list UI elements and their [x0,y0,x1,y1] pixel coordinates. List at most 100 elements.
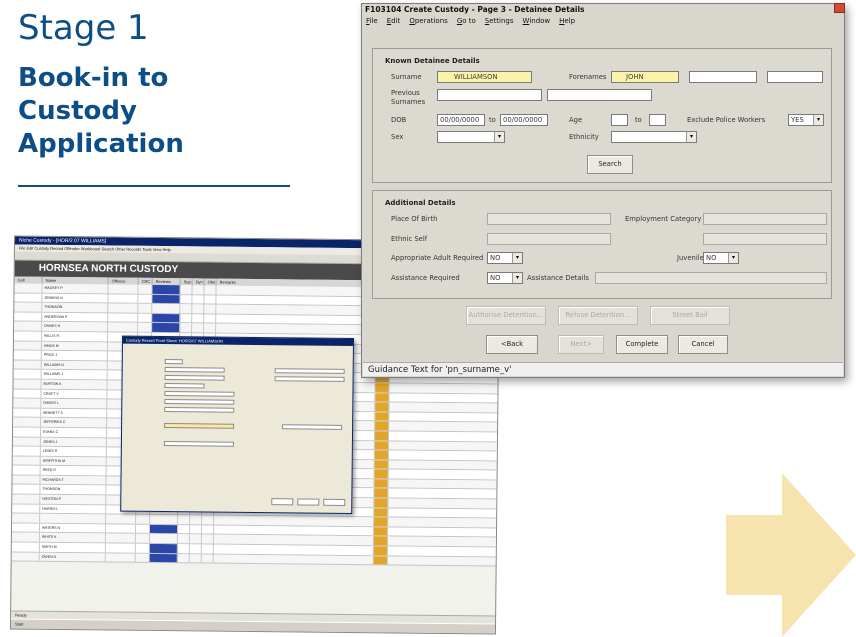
table-cell [216,295,377,306]
juvenile-select[interactable]: NO ▾ [703,252,739,264]
table-cell: DAVIES H [42,322,109,332]
dob-to-label: to [489,116,496,124]
alias-field [274,376,345,382]
dropdown-arrow-icon: ▾ [728,253,738,263]
table-cell [204,314,217,323]
table-cell: MACKEY P [42,283,109,294]
dropdown-arrow-icon: ▾ [512,273,522,283]
table-cell [216,314,377,325]
exclude-police-select[interactable]: YES ▾ [788,114,824,126]
table-cell: WHITE K [39,533,106,543]
stage-subtitle: Book-in to Custody Application [18,63,184,159]
table-cell [375,392,390,402]
appropriate-adult-label: Appropriate Adult Required [391,254,484,262]
search-button[interactable]: Search [587,155,633,174]
ok-button-small [271,498,294,506]
menu-go-to[interactable]: Go to [457,16,476,27]
menu-operations[interactable]: Operations [409,16,448,27]
known-detainee-heading: Known Detainee Details [385,57,480,65]
age-label: Age [569,116,583,124]
forename-input-2[interactable] [689,71,757,83]
cancel-button-small [297,498,320,506]
table-cell: JEFFERIES C [41,418,108,428]
assistance-required-select[interactable]: NO ▾ [487,272,523,284]
previous-surname-input-2[interactable] [547,89,652,101]
menu-help[interactable]: Help [559,16,575,27]
table-cell [13,398,42,408]
table-cell [13,341,42,350]
table-cell [149,553,178,563]
table-cell [138,313,153,323]
sex-field [164,399,235,405]
menu-bar: File Edit Operations Go to Settings Wind… [362,16,844,27]
dropdown-arrow-icon: ▾ [686,132,696,142]
table-cell [13,360,42,370]
next-stage-arrow-icon [726,473,856,637]
table-cell [108,322,139,332]
table-cell [201,534,214,544]
surname-input[interactable]: WILLIAMSON [437,71,532,83]
table-cell [373,555,388,565]
table-cell [138,303,153,313]
table-cell: LEWIS R [40,446,107,457]
table-cell [213,544,374,555]
table-cell: THOMSON [40,485,107,495]
dob-to-input[interactable]: 00/00/0000 [500,114,548,126]
table-cell [106,514,137,524]
previous-surname-input-1[interactable] [437,89,542,101]
table-cell: OWEN G [39,552,106,562]
sex-select[interactable]: ▾ [437,131,505,143]
table-cell [190,515,203,525]
back-button[interactable]: <Back [486,335,538,354]
table-cell [14,293,43,302]
ethnicity-select[interactable]: ▾ [611,131,697,143]
table-cell [13,388,42,398]
menu-window[interactable]: Window [523,16,551,27]
forenames-label: Forenames [569,73,607,81]
menu-settings[interactable]: Settings [485,16,514,27]
assistance-details-input [595,272,827,284]
menu-edit[interactable]: Edit [387,16,401,27]
street-bail-button: Street Bail [650,306,730,325]
table-cell: WILLIAMS G [41,360,108,370]
table-cell [213,554,374,565]
cancel-button[interactable]: Cancel [678,335,728,354]
table-cell [374,450,389,460]
front-sheet-tabs [123,344,353,353]
appropriate-adult-select[interactable]: NO ▾ [487,252,523,264]
dob-label: DOB [391,116,407,124]
table-cell [192,304,205,314]
age-from-input[interactable] [611,114,628,126]
forename-input-3[interactable] [767,71,823,83]
table-cell [105,543,136,553]
stage-heading: Stage 1 [18,8,149,48]
complete-button[interactable]: Complete [616,335,668,354]
table-cell: JENKINS N [42,293,109,303]
table-cell [216,323,377,335]
table-cell [14,321,43,331]
forename-input-1[interactable]: JOHN [611,71,679,83]
table-cell [180,313,193,323]
menu-file[interactable]: File [366,16,378,27]
table-cell [180,304,193,314]
table-cell [213,525,375,536]
age-to-input[interactable] [649,114,666,126]
table-cell [108,284,139,294]
dob-from-input[interactable]: 00/00/0000 [437,114,485,126]
table-cell [180,285,193,294]
close-window-button[interactable] [834,3,845,13]
table-cell [201,525,215,535]
table-cell [177,553,190,563]
table-cell [192,294,205,304]
table-cell [136,515,151,524]
guidance-text-bar: Guidance Text for 'pn_surname_v' [363,362,843,376]
table-cell [108,294,139,303]
heading-divider [18,185,290,187]
table-cell [135,543,150,553]
place-of-birth-field [282,424,343,430]
next-button: Next> [558,335,604,354]
create-custody-window: F103104 Create Custody - Page 3 - Detain… [361,3,845,378]
table-cell [374,517,389,527]
table-cell: JONES J [40,437,107,447]
table-cell [11,552,40,561]
